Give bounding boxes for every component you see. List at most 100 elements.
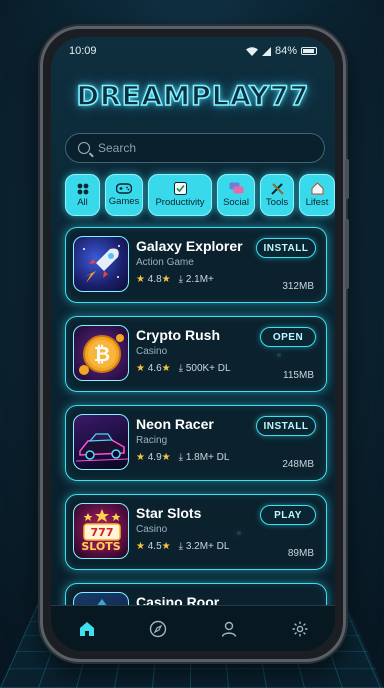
category-label: Productivity: [155, 197, 205, 208]
chat-icon: [229, 182, 243, 194]
search-icon: [78, 142, 90, 154]
app-meta: ★ 4.5★ ⤓ 3.2M+ DL: [136, 541, 229, 552]
battery-icon: [301, 47, 317, 55]
download-icon: ⤓: [178, 541, 184, 552]
category-chips: All Games Productivity Social Tools Life…: [65, 174, 335, 216]
rating-value: 4.6: [147, 363, 162, 374]
app-card-galaxy-explorer[interactable]: Galaxy Explorer Action Game ★ 4.8★ ⤓ 2.1…: [65, 227, 327, 303]
star-icon: ★: [136, 274, 145, 285]
gamepad-icon: [116, 183, 132, 194]
category-productivity[interactable]: Productivity: [148, 174, 212, 216]
app-category: Casino: [136, 524, 168, 535]
signal-icon: [261, 46, 271, 56]
rocket-icon: [73, 236, 129, 292]
category-social[interactable]: Social: [217, 174, 255, 216]
tools-icon: [270, 183, 284, 195]
star-icon: ★: [136, 541, 145, 552]
rating-value: 4.9: [147, 452, 162, 463]
app-name: Galaxy Explorer: [136, 238, 243, 254]
app-downloads: ⤓ 3.2M+ DL: [179, 541, 230, 552]
category-all[interactable]: All: [65, 174, 100, 216]
car-icon: [73, 414, 129, 470]
star-icon: ★: [136, 452, 145, 463]
app-downloads: ⤓ 1.8M+ DL: [179, 452, 230, 463]
star-icon: ★: [161, 363, 171, 374]
install-button[interactable]: INSTALL: [256, 416, 316, 436]
tab-explore[interactable]: [143, 614, 173, 644]
star-icon: ★: [161, 452, 171, 463]
app-list: Galaxy Explorer Action Game ★ 4.8★ ⤓ 2.1…: [65, 227, 327, 651]
downloads-value: 500K+ DL: [185, 363, 231, 374]
downloads-value: 1.8M+ DL: [185, 452, 230, 463]
slots-icon-text: SLOTS: [81, 540, 121, 553]
app-meta: ★ 4.9★ ⤓ 1.8M+ DL: [136, 452, 229, 463]
app-meta: ★ 4.8★ ⤓ 2.1M+: [136, 274, 214, 285]
open-button[interactable]: OPEN: [260, 327, 316, 347]
app-name: Neon Racer: [136, 416, 214, 432]
rating-value: 4.8: [147, 274, 162, 285]
app-meta: ★ 4.6★ ⤓ 500K+ DL: [136, 363, 231, 374]
downloads-value: 2.1M+: [185, 274, 214, 285]
phone-volume-button: [345, 219, 349, 289]
app-card-crypto-rush[interactable]: ₿ Crypto Rush Casino ★ 4.6★ ⤓ 500K+ DL O…: [65, 316, 327, 392]
app-category: Racing: [136, 435, 168, 446]
category-games[interactable]: Games: [105, 174, 143, 216]
home-icon: [79, 621, 94, 636]
phone-screen: 10:09 84% DREAMPLAY77 Search All Games P…: [51, 37, 335, 651]
wifi-icon: [245, 46, 258, 56]
app-card-neon-racer[interactable]: Neon Racer Racing ★ 4.9★ ⤓ 1.8M+ DL INST…: [65, 405, 327, 481]
compass-icon: [149, 620, 166, 637]
category-label: All: [77, 196, 88, 208]
status-bar: 10:09 84%: [51, 37, 335, 65]
house-icon: [311, 182, 323, 195]
download-icon: ⤓: [178, 274, 184, 285]
play-button[interactable]: PLAY: [260, 505, 316, 525]
svg-text:₿: ₿: [94, 342, 110, 366]
downloads-value: 3.2M+ DL: [185, 541, 230, 552]
phone-side-button: [345, 159, 349, 199]
app-rating: ★ 4.6★: [136, 363, 171, 374]
category-label: Games: [108, 196, 140, 207]
tab-profile[interactable]: [214, 614, 244, 644]
bottom-tab-bar: [51, 605, 335, 651]
phone-frame: 10:09 84% DREAMPLAY77 Search All Games P…: [40, 26, 349, 662]
app-rating: ★ 4.8★: [136, 274, 171, 285]
search-bar[interactable]: [65, 133, 325, 163]
star-icon: ★: [136, 363, 145, 374]
app-downloads: ⤓ 500K+ DL: [179, 363, 231, 374]
download-icon: ⤓: [178, 452, 184, 463]
category-label: Tools: [265, 197, 289, 208]
app-title: DREAMPLAY77: [76, 80, 310, 113]
tab-home[interactable]: [72, 614, 102, 644]
app-rating: ★ 4.5★: [136, 541, 171, 552]
settings-icon: [292, 621, 307, 636]
category-tools[interactable]: Tools: [260, 174, 294, 216]
app-size: 115MB: [283, 370, 314, 381]
app-category: Casino: [136, 346, 168, 357]
app-size: 248MB: [282, 459, 314, 470]
star-icon: ★: [161, 274, 171, 285]
star-icon: ★: [161, 541, 171, 552]
grid-icon: [77, 183, 88, 194]
app-card-star-slots[interactable]: 777 SLOTS Star Slots Casino ★ 4.5★ ⤓ 3.2…: [65, 494, 327, 570]
app-rating: ★ 4.9★: [136, 452, 171, 463]
search-input[interactable]: [98, 141, 298, 155]
app-downloads: ⤓ 2.1M+: [179, 274, 214, 285]
checklist-icon: [173, 182, 187, 195]
category-label: Social: [223, 197, 249, 208]
download-icon: ⤓: [178, 363, 184, 374]
install-button[interactable]: INSTALL: [256, 238, 316, 258]
status-time: 10:09: [69, 45, 97, 57]
profile-icon: [221, 621, 236, 637]
rating-value: 4.5: [147, 541, 162, 552]
app-size: 89MB: [287, 548, 314, 559]
status-indicators: 84%: [245, 45, 317, 57]
slots-icon: 777 SLOTS: [73, 503, 129, 559]
bitcoin-icon: ₿: [73, 325, 129, 381]
svg-text:777: 777: [91, 526, 114, 539]
app-size: 312MB: [282, 281, 314, 292]
battery-percent: 84%: [274, 45, 297, 57]
category-lifestyle[interactable]: Lifest: [299, 174, 335, 216]
tab-settings[interactable]: [285, 614, 315, 644]
category-label: Lifest: [305, 197, 329, 208]
